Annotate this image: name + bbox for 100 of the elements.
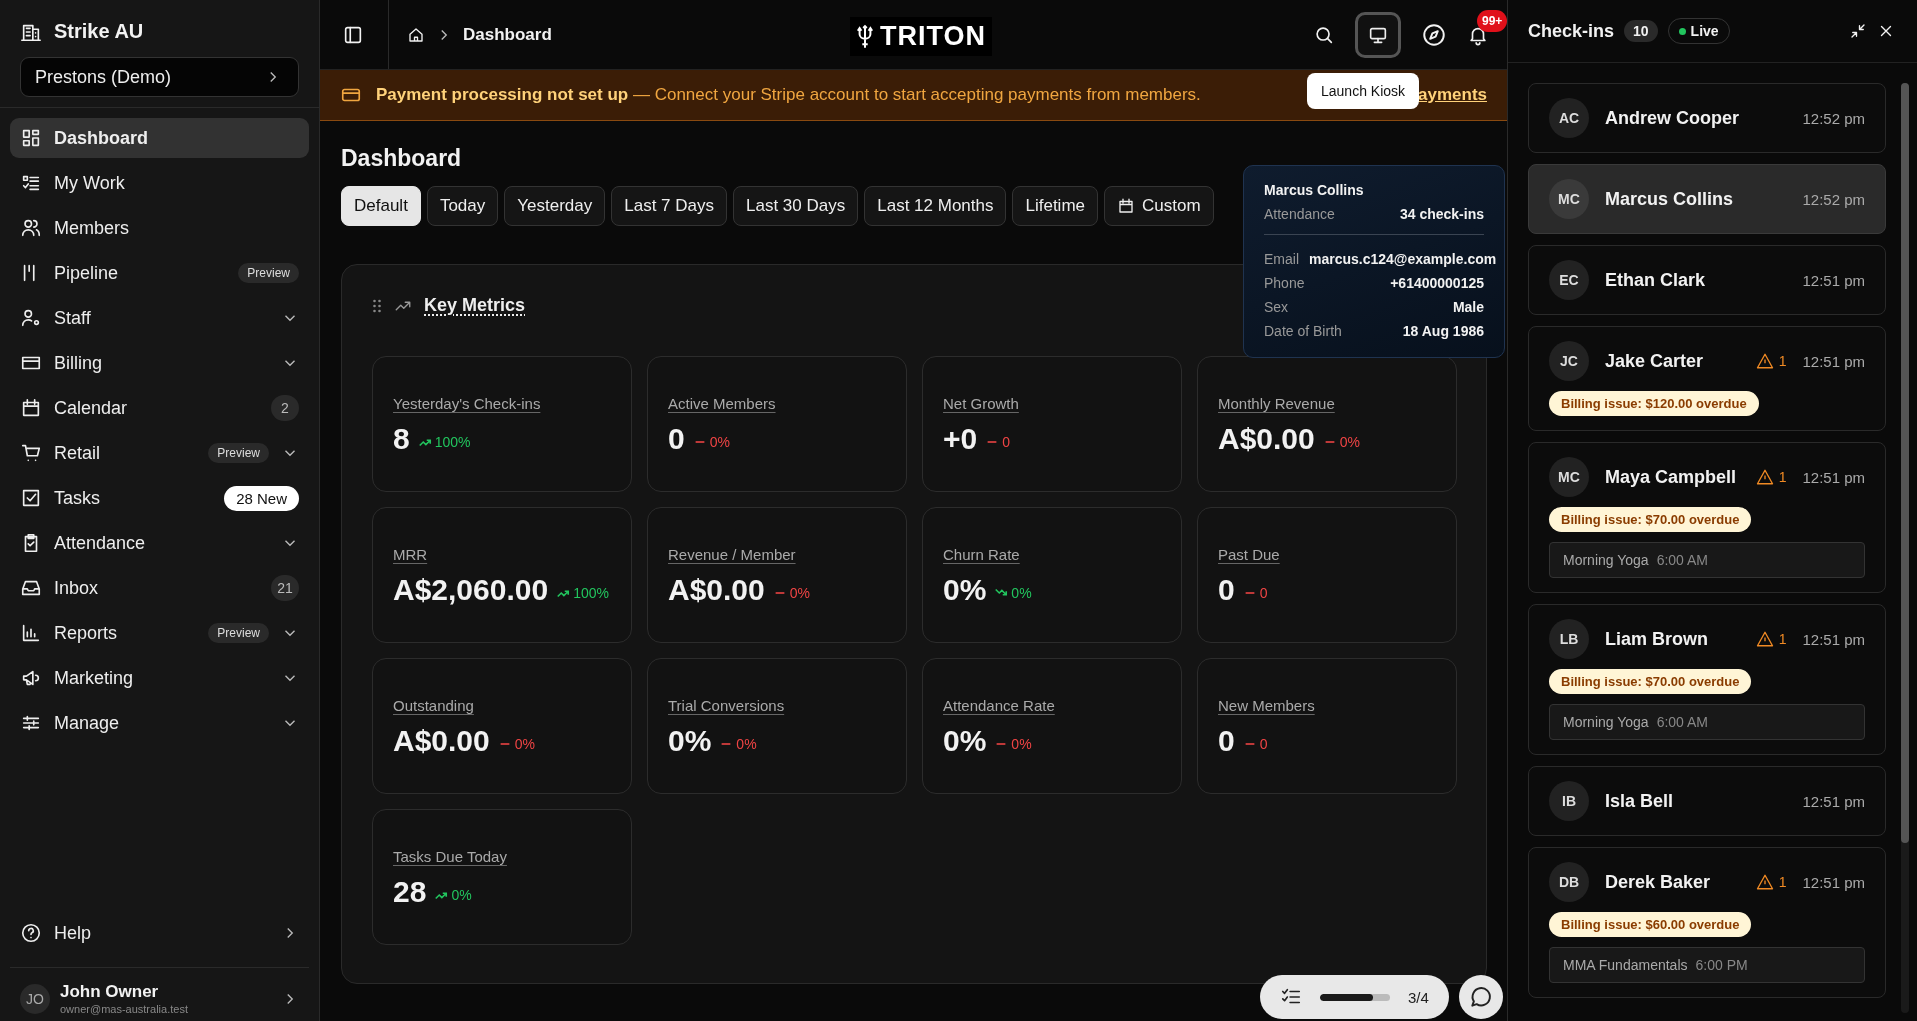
- range-tab[interactable]: Custom: [1104, 186, 1214, 226]
- metric-change: 0%: [451, 887, 472, 903]
- nav-badge: 28 New: [224, 485, 299, 511]
- checkin-card[interactable]: LB Liam Brown 1 12:51 pm Billing issue: $70.00 overdue Morning Yoga 6:00 AM: [1528, 604, 1886, 755]
- checkin-card[interactable]: EC Ethan Clark 12:51 pm: [1528, 245, 1886, 315]
- metric-value: 0: [1218, 724, 1235, 758]
- member-avatar: JC: [1549, 341, 1589, 381]
- metric-label: Net Growth: [943, 395, 1020, 412]
- nav-item[interactable]: Pipeline Preview: [10, 253, 309, 293]
- range-tab[interactable]: Yesterday: [504, 186, 606, 226]
- range-tab[interactable]: Today: [426, 186, 499, 226]
- member-avatar: AC: [1549, 98, 1589, 138]
- nav-item[interactable]: Staff: [10, 298, 309, 338]
- checkin-time: 12:51 pm: [1802, 630, 1865, 648]
- nav-item[interactable]: Dashboard: [10, 118, 309, 158]
- checkin-time: 12:51 pm: [1802, 271, 1865, 289]
- alert-count: 1: [1755, 630, 1787, 648]
- checkin-card[interactable]: MC Maya Campbell 1 12:51 pm Billing issue: $70.00 overdue Morning Yoga 6:00 AM: [1528, 442, 1886, 593]
- nav-item[interactable]: Manage: [10, 703, 309, 743]
- field-label: Phone: [1264, 275, 1305, 291]
- metric-change: 0%: [789, 585, 810, 601]
- checkin-time: 12:52 pm: [1802, 109, 1865, 127]
- nav-label: Dashboard: [54, 127, 150, 149]
- metric-change: 0%: [1011, 585, 1032, 601]
- nav-item[interactable]: Marketing: [10, 658, 309, 698]
- billing-badge: Billing issue: $70.00 overdue: [1549, 507, 1752, 532]
- tooltip: Launch Kiosk: [1307, 73, 1420, 109]
- help-item[interactable]: Help: [10, 913, 309, 953]
- range-tab[interactable]: Last 30 Days: [733, 186, 859, 226]
- nav-badge: Preview: [208, 623, 269, 643]
- range-tab[interactable]: Last 12 Months: [864, 186, 1007, 226]
- checkin-card[interactable]: AC Andrew Cooper 12:52 pm: [1528, 83, 1886, 153]
- metric-value: A$0.00: [1218, 422, 1315, 456]
- help-icon: [20, 922, 42, 944]
- nav-icon: [20, 487, 42, 509]
- location-selector[interactable]: Prestons (Demo): [20, 57, 299, 97]
- checkin-card[interactable]: IB Isla Bell 12:51 pm: [1528, 766, 1886, 836]
- metric-change: 100%: [434, 434, 471, 450]
- checklist-widget[interactable]: 3/4: [1260, 975, 1449, 1019]
- nav-item[interactable]: Billing: [10, 343, 309, 383]
- nav-item[interactable]: Reports Preview: [10, 613, 309, 653]
- metric-value: 0: [668, 422, 685, 456]
- compass-icon[interactable]: [1421, 21, 1447, 48]
- brand-name: Strike AU: [54, 20, 144, 43]
- metric-value: A$0.00: [393, 724, 490, 758]
- field-label: Email: [1264, 251, 1299, 267]
- checkin-time: 12:51 pm: [1802, 873, 1865, 891]
- field-label: Sex: [1264, 299, 1289, 315]
- nav-item[interactable]: Retail Preview: [10, 433, 309, 473]
- scrollbar[interactable]: [1901, 83, 1909, 1013]
- checkin-time: 12:52 pm: [1802, 190, 1865, 208]
- alert-count: 1: [1755, 873, 1787, 891]
- metric-change: 0%: [736, 736, 757, 752]
- kiosk-button[interactable]: [1355, 11, 1401, 58]
- member-avatar: MC: [1549, 457, 1589, 497]
- nav-label: Staff: [54, 307, 92, 329]
- class-time: 6:00 PM: [1695, 957, 1748, 973]
- metric-label: Yesterday's Check-ins: [393, 395, 542, 412]
- nav-item[interactable]: Tasks 28 New: [10, 478, 309, 518]
- drag-handle-icon[interactable]: [372, 297, 382, 314]
- member-name: Liam Brown: [1605, 628, 1709, 650]
- nav-badge: Preview: [208, 443, 269, 463]
- checkin-card[interactable]: DB Derek Baker 1 12:51 pm Billing issue: $60.00 overdue MMA Fundamentals 6:00 PM: [1528, 847, 1886, 998]
- metric-value: 8: [393, 422, 410, 456]
- metric-label: Churn Rate: [943, 546, 1021, 563]
- metric-change: 100%: [573, 585, 609, 601]
- nav-label: Help: [54, 922, 93, 944]
- range-tab[interactable]: Default: [341, 186, 421, 226]
- nav-label: Attendance: [54, 532, 147, 554]
- checkin-card[interactable]: MC Marcus Collins 12:52 pm: [1528, 164, 1886, 234]
- metric-change: 0: [1259, 736, 1268, 752]
- metric-value: A$2,060.00: [393, 573, 549, 607]
- member-name: Marcus Collins: [1605, 188, 1735, 210]
- metric-change: 0: [1259, 585, 1268, 601]
- metric-label: Tasks Due Today: [393, 848, 508, 865]
- billing-badge: Billing issue: $120.00 overdue: [1549, 391, 1759, 416]
- metric-value: 0%: [943, 573, 987, 607]
- collapse-icon[interactable]: [1849, 22, 1867, 40]
- setup-link[interactable]: ayments: [1418, 85, 1487, 105]
- progress-count: 3/4: [1408, 988, 1429, 1006]
- nav-item[interactable]: My Work: [10, 163, 309, 203]
- checkin-time: 12:51 pm: [1802, 792, 1865, 810]
- nav-item[interactable]: Calendar 2: [10, 388, 309, 428]
- metric-label: Attendance Rate: [943, 697, 1056, 714]
- range-tab[interactable]: Lifetime: [1012, 186, 1098, 226]
- nav-item[interactable]: Attendance: [10, 523, 309, 563]
- range-tab[interactable]: Last 7 Days: [611, 186, 727, 226]
- checkin-card[interactable]: JC Jake Carter 1 12:51 pm Billing issue: $120.00 overdue: [1528, 326, 1886, 431]
- hover-card-name: Marcus Collins: [1264, 182, 1365, 198]
- nav-badge: 2: [271, 395, 299, 421]
- nav-label: Billing: [54, 352, 104, 374]
- chat-button[interactable]: [1458, 975, 1503, 1019]
- nav-label: Calendar: [54, 397, 129, 419]
- nav-item[interactable]: Members: [10, 208, 309, 248]
- field-value: 18 Aug 1986: [1402, 323, 1484, 339]
- alert-count: 1: [1755, 352, 1787, 370]
- nav-item[interactable]: Inbox 21: [10, 568, 309, 608]
- checkin-time: 12:51 pm: [1802, 468, 1865, 486]
- panel-title: Check-ins: [1528, 20, 1615, 42]
- page-title: Dashboard: [341, 145, 463, 172]
